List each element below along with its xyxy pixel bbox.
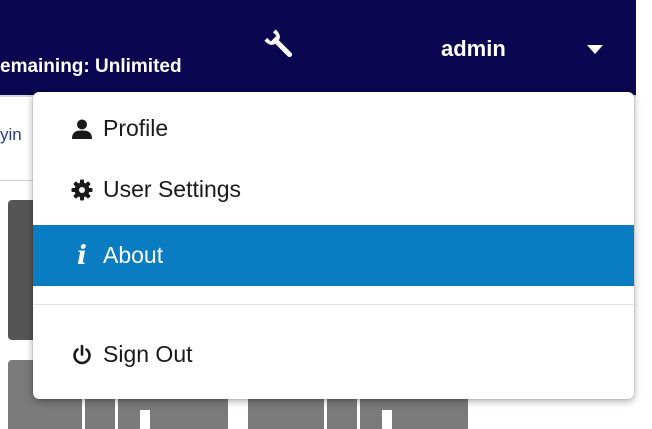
background-link-fragment[interactable]: yin [0, 125, 32, 145]
wrench-icon[interactable] [262, 27, 298, 63]
tile-window-icon [82, 395, 118, 429]
user-icon [71, 118, 93, 140]
remaining-quota-text: emaining: Unlimited [0, 56, 182, 77]
info-icon: i [77, 240, 87, 271]
top-navigation-bar: emaining: Unlimited admin [0, 0, 652, 95]
menu-item-label: Sign Out [103, 341, 193, 367]
menu-divider [33, 304, 634, 305]
menu-item-sign-out[interactable]: Sign Out [33, 324, 634, 385]
user-dropdown-menu: Profile User Settings i About Sign Out [33, 92, 634, 399]
menu-item-label: User Settings [103, 176, 242, 202]
gear-icon [71, 179, 93, 201]
menu-item-label: Profile [103, 115, 169, 141]
user-menu-toggle-label[interactable]: admin [441, 36, 506, 62]
tile-window-icon [324, 395, 360, 429]
page-edge [636, 95, 652, 429]
menu-item-label: About [103, 242, 164, 268]
caret-down-icon[interactable] [587, 42, 603, 54]
menu-item-about[interactable]: i About [33, 225, 634, 286]
power-icon [71, 344, 93, 366]
tile-window-icon-detail [140, 410, 150, 429]
topbar-edge [636, 0, 652, 95]
menu-item-profile[interactable]: Profile [33, 98, 634, 159]
menu-item-user-settings[interactable]: User Settings [33, 159, 634, 220]
tile-window-icon-detail [382, 410, 392, 429]
app-screen: emaining: Unlimited admin yin Profile Us… [0, 0, 652, 429]
